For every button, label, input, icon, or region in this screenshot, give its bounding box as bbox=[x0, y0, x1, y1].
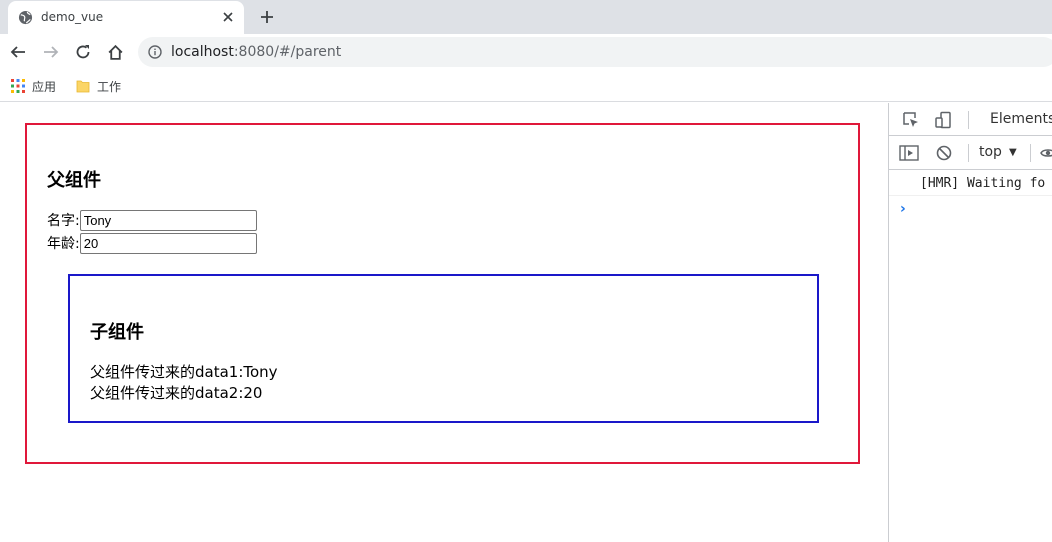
url-text: localhost:8080/#/parent bbox=[171, 44, 341, 60]
age-label: 年龄: bbox=[47, 236, 80, 252]
child-title: 子组件 bbox=[90, 322, 144, 343]
inspect-element-icon[interactable] bbox=[901, 110, 921, 130]
name-input[interactable] bbox=[79, 209, 257, 231]
clear-console-icon[interactable] bbox=[935, 144, 953, 162]
browser-tab[interactable]: demo_vue bbox=[8, 1, 244, 34]
age-input[interactable] bbox=[79, 232, 257, 254]
context-selector[interactable]: top ▼ bbox=[979, 144, 1017, 160]
bookmark-label: 应用 bbox=[32, 79, 57, 94]
home-icon[interactable] bbox=[104, 41, 126, 63]
devtools-panel: Elements top ▼ [HMR] Waiting fo › bbox=[888, 103, 1052, 542]
console-prompt-icon[interactable]: › bbox=[900, 201, 906, 217]
context-label: top bbox=[979, 144, 1002, 160]
folder-icon bbox=[76, 79, 90, 93]
bookmark-work[interactable]: 工作 bbox=[76, 77, 121, 95]
bookmarks-bar: 应用 工作 bbox=[0, 70, 1052, 102]
close-icon[interactable] bbox=[220, 9, 236, 25]
back-arrow-icon[interactable] bbox=[7, 41, 29, 63]
eye-icon[interactable] bbox=[1040, 145, 1052, 161]
console-message-row: [HMR] Waiting fo bbox=[889, 170, 1052, 196]
bookmark-label: 工作 bbox=[97, 79, 122, 94]
tab-title: demo_vue bbox=[41, 10, 104, 24]
devtools-main-toolbar: Elements bbox=[889, 103, 1052, 136]
name-row: 名字: bbox=[47, 209, 257, 231]
console-toolbar: top ▼ bbox=[889, 136, 1052, 170]
parent-title: 父组件 bbox=[47, 170, 101, 191]
toolbar-divider bbox=[1030, 144, 1031, 162]
console-message: [HMR] Waiting fo bbox=[920, 176, 1046, 191]
tab-strip: demo_vue bbox=[0, 0, 1052, 34]
child-component: 子组件 父组件传过来的data1:Tony 父组件传过来的data2:20 bbox=[68, 274, 819, 423]
address-bar[interactable]: localhost:8080/#/parent bbox=[138, 37, 1052, 67]
globe-icon bbox=[18, 10, 33, 25]
sidebar-toggle-icon[interactable] bbox=[899, 144, 919, 162]
reload-icon[interactable] bbox=[72, 41, 94, 63]
info-icon[interactable] bbox=[148, 45, 162, 59]
url-path: :8080/#/parent bbox=[233, 44, 342, 60]
url-host: localhost bbox=[171, 44, 234, 60]
bookmark-apps[interactable]: 应用 bbox=[11, 77, 56, 95]
toolbar-divider bbox=[968, 144, 969, 162]
age-row: 年龄: bbox=[47, 232, 257, 254]
parent-component: 父组件 名字: 年龄: 子组件 父组件传过来的data1:Tony 父组件传过来… bbox=[25, 123, 860, 464]
child-data1-text: 父组件传过来的data1:Tony bbox=[90, 363, 278, 381]
child-data2-text: 父组件传过来的data2:20 bbox=[90, 384, 263, 402]
page-viewport: 父组件 名字: 年龄: 子组件 父组件传过来的data1:Tony 父组件传过来… bbox=[0, 103, 888, 542]
name-label: 名字: bbox=[47, 213, 80, 229]
apps-grid-icon bbox=[11, 79, 25, 93]
forward-arrow-icon[interactable] bbox=[40, 41, 62, 63]
browser-toolbar: localhost:8080/#/parent bbox=[0, 34, 1052, 70]
dropdown-arrow-icon: ▼ bbox=[1008, 146, 1017, 158]
tab-elements[interactable]: Elements bbox=[990, 111, 1052, 127]
new-tab-icon[interactable] bbox=[257, 7, 277, 27]
device-toolbar-icon[interactable] bbox=[933, 110, 953, 130]
toolbar-divider bbox=[968, 111, 969, 129]
